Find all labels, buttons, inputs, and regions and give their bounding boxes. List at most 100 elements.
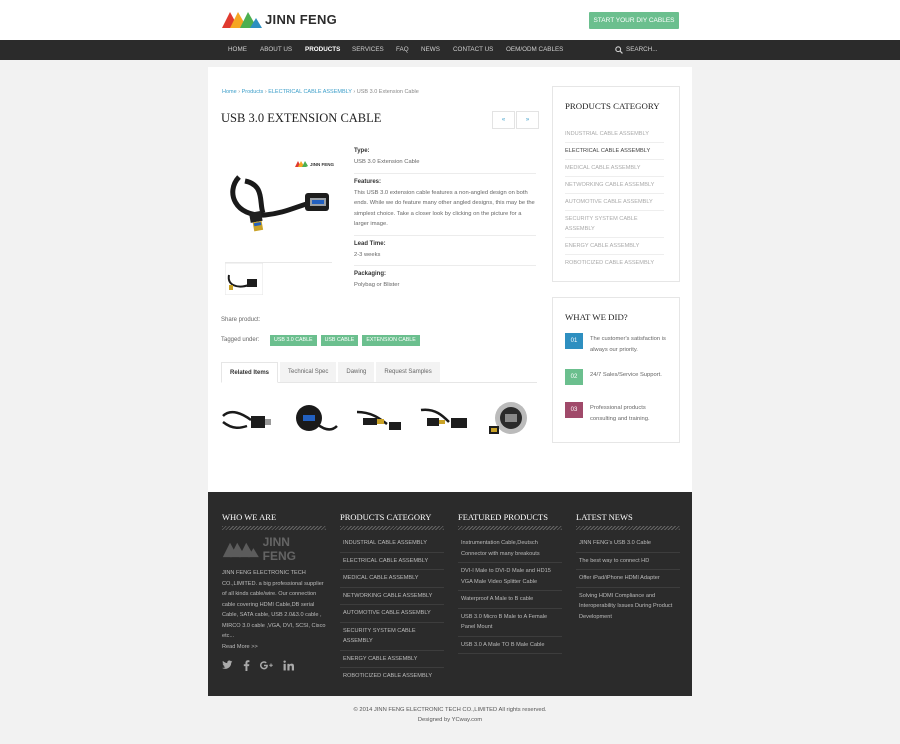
news-link[interactable]: Solving HDMI Compliance and Interoperabi…	[576, 588, 680, 626]
step-number-badge: 02	[565, 369, 583, 385]
footer-logo-mark-icon	[222, 542, 259, 558]
nav-about-us[interactable]: ABOUT US	[260, 40, 292, 60]
breadcrumb-home[interactable]: Home	[222, 89, 237, 95]
nav-faq[interactable]: FAQ	[396, 40, 409, 60]
main-nav: HOME ABOUT US PRODUCTS SERVICES FAQ NEWS…	[0, 40, 900, 60]
featured-product-link[interactable]: Waterproof A Male to B cable	[458, 591, 562, 609]
step-text: 24/7 Sales/Service Support.	[590, 372, 662, 378]
news-link[interactable]: The best way to connect HD	[576, 553, 680, 570]
news-link[interactable]: Offer iPad/iPhone HDMI Adapter	[576, 570, 680, 588]
step-text: The customer's satisfaction is always ou…	[590, 336, 666, 353]
related-item-image[interactable]	[353, 396, 405, 441]
product-pager: « »	[491, 111, 539, 129]
lead-time-value: 2-3 weeks	[354, 250, 536, 266]
tag-usb-3-cable[interactable]: USB 3.0 CABLE	[270, 335, 317, 346]
next-product-button[interactable]: »	[516, 111, 539, 129]
footer-category-link[interactable]: NETWORKING CABLE ASSEMBLY	[340, 588, 444, 605]
tab-technical-spec[interactable]: Technical Spec	[280, 362, 337, 382]
main-content: Home › Products › ELECTRICAL CABLE ASSEM…	[208, 67, 692, 492]
nav-services[interactable]: SERVICES	[352, 40, 384, 60]
tab-related-items[interactable]: Related Items	[221, 362, 279, 383]
what-we-did-title: WHAT WE DID?	[565, 312, 628, 322]
prev-product-button[interactable]: «	[492, 111, 515, 129]
logo-text: JINN FENG	[265, 11, 338, 27]
footer-category-link[interactable]: MEDICAL CABLE ASSEMBLY	[340, 570, 444, 588]
search-icon	[615, 46, 623, 54]
footer-category-link[interactable]: SECURITY SYSTEM CABLE ASSEMBLY	[340, 623, 444, 651]
footer-category-link[interactable]: INDUSTRIAL CABLE ASSEMBLY	[340, 535, 444, 553]
products-category-box: PRODUCTS CATEGORY INDUSTRIAL CABLE ASSEM…	[552, 86, 680, 282]
designed-by-text[interactable]: Designed by YCway.com	[0, 717, 900, 723]
featured-product-link[interactable]: USB 3.0 Micro B Male to A Female Panel M…	[458, 609, 562, 637]
latest-news-title: LATEST NEWS	[576, 512, 633, 522]
related-item-image[interactable]	[485, 396, 537, 441]
product-image[interactable]: JINN FENG	[225, 147, 335, 247]
section-divider	[340, 526, 444, 530]
category-item[interactable]: NETWORKING CABLE ASSEMBLY	[565, 177, 664, 194]
footer-products-title: PRODUCTS CATEGORY	[340, 512, 432, 522]
category-item-selected[interactable]: ELECTRICAL CABLE ASSEMBLY	[565, 143, 664, 160]
nav-news[interactable]: NEWS	[421, 40, 440, 60]
what-we-did-item: 03 Professional products consulting and …	[565, 402, 671, 424]
tab-drawing[interactable]: Dawing	[338, 362, 375, 382]
type-value: USB 3.0 Extension Cable	[354, 157, 536, 174]
tag-usb-cable[interactable]: USB CABLE	[320, 335, 359, 346]
nav-home[interactable]: HOME	[228, 40, 247, 60]
related-item-image[interactable]	[287, 396, 339, 441]
nav-products[interactable]: PRODUCTS	[305, 40, 340, 60]
footer-category-link[interactable]: ENERGY CABLE ASSEMBLY	[340, 651, 444, 668]
category-item[interactable]: AUTOMOTIVE CABLE ASSEMBLY	[565, 194, 664, 211]
what-we-did-item: 01 The customer's satisfaction is always…	[565, 333, 671, 355]
tag-list: USB 3.0 CABLE USB CABLE EXTENSION CABLE	[270, 335, 424, 346]
section-divider	[458, 526, 562, 530]
related-item-image[interactable]	[221, 396, 273, 441]
site-header: JINN FENG START YOUR DIY CABLES	[0, 0, 900, 40]
footer-products-category: PRODUCTS CATEGORY INDUSTRIAL CABLE ASSEM…	[340, 512, 444, 685]
product-tabs: Related Items Technical Spec Dawing Requ…	[221, 362, 537, 383]
what-we-did-item: 02 24/7 Sales/Service Support.	[565, 369, 671, 385]
breadcrumb-products[interactable]: Products	[242, 89, 264, 95]
breadcrumb-separator: ›	[264, 89, 267, 95]
featured-product-link[interactable]: DVI-I Male to DVI-D Male and HD15 VGA Ma…	[458, 563, 562, 591]
step-number-badge: 01	[565, 333, 583, 349]
news-link[interactable]: JINN FENG's USB 3.0 Cable	[576, 535, 680, 553]
features-value: This USB 3.0 extension cable features a …	[354, 188, 536, 236]
site-logo[interactable]: JINN FENG	[222, 9, 337, 29]
product-thumbnail[interactable]	[225, 263, 263, 295]
twitter-icon[interactable]	[222, 660, 233, 674]
breadcrumb-category[interactable]: ELECTRICAL CABLE ASSEMBLY	[268, 89, 352, 95]
google-plus-icon[interactable]	[260, 660, 273, 674]
related-item-image[interactable]	[419, 396, 471, 441]
footer-category-link[interactable]: AUTOMOTIVE CABLE ASSEMBLY	[340, 605, 444, 623]
category-list: INDUSTRIAL CABLE ASSEMBLY ELECTRICAL CAB…	[565, 126, 664, 271]
tag-extension-cable[interactable]: EXTENSION CABLE	[362, 335, 420, 346]
nav-oem-odm-cables[interactable]: OEM/ODM CABLES	[506, 40, 563, 60]
category-item[interactable]: INDUSTRIAL CABLE ASSEMBLY	[565, 126, 664, 143]
category-item[interactable]: ENERGY CABLE ASSEMBLY	[565, 238, 664, 255]
category-item[interactable]: ROBOTICIZED CABLE ASSEMBLY	[565, 255, 664, 271]
site-footer: WHO WE ARE JINN FENG JINN FENG ELECTRONI…	[208, 492, 692, 696]
tab-request-samples[interactable]: Request Samples	[376, 362, 440, 382]
footer-category-link[interactable]: ROBOTICIZED CABLE ASSEMBLY	[340, 668, 444, 685]
read-more-link[interactable]: Read More >>	[222, 644, 258, 650]
featured-products-title: FEATURED PRODUCTS	[458, 512, 548, 522]
start-diy-cables-button[interactable]: START YOUR DIY CABLES	[589, 12, 679, 29]
breadcrumb-separator: ›	[353, 89, 356, 95]
packaging-label: Packaging:	[354, 271, 387, 277]
nav-contact-us[interactable]: CONTACT US	[453, 40, 493, 60]
section-divider	[222, 526, 326, 530]
footer-featured-products: FEATURED PRODUCTS Instrumentation Cable,…	[458, 512, 562, 654]
category-item[interactable]: SECURITY SYSTEM CABLE ASSEMBLY	[565, 211, 664, 238]
breadcrumb: Home › Products › ELECTRICAL CABLE ASSEM…	[222, 89, 419, 95]
featured-product-link[interactable]: USB 3.0 A Male TO B Male Cable	[458, 637, 562, 654]
category-item[interactable]: MEDICAL CABLE ASSEMBLY	[565, 160, 664, 177]
featured-product-link[interactable]: Instrumentation Cable,Deutsch Connector …	[458, 535, 562, 563]
linkedin-icon[interactable]	[283, 660, 294, 674]
product-image-logo: JINN FENG	[310, 162, 335, 167]
footer-category-link[interactable]: ELECTRICAL CABLE ASSEMBLY	[340, 553, 444, 570]
search-button[interactable]: SEARCH...	[615, 40, 658, 60]
lead-time-label: Lead Time:	[354, 240, 386, 247]
product-details: Type: USB 3.0 Extension Cable Features: …	[354, 143, 536, 296]
facebook-icon[interactable]	[243, 660, 250, 674]
features-label: Features:	[354, 178, 382, 185]
